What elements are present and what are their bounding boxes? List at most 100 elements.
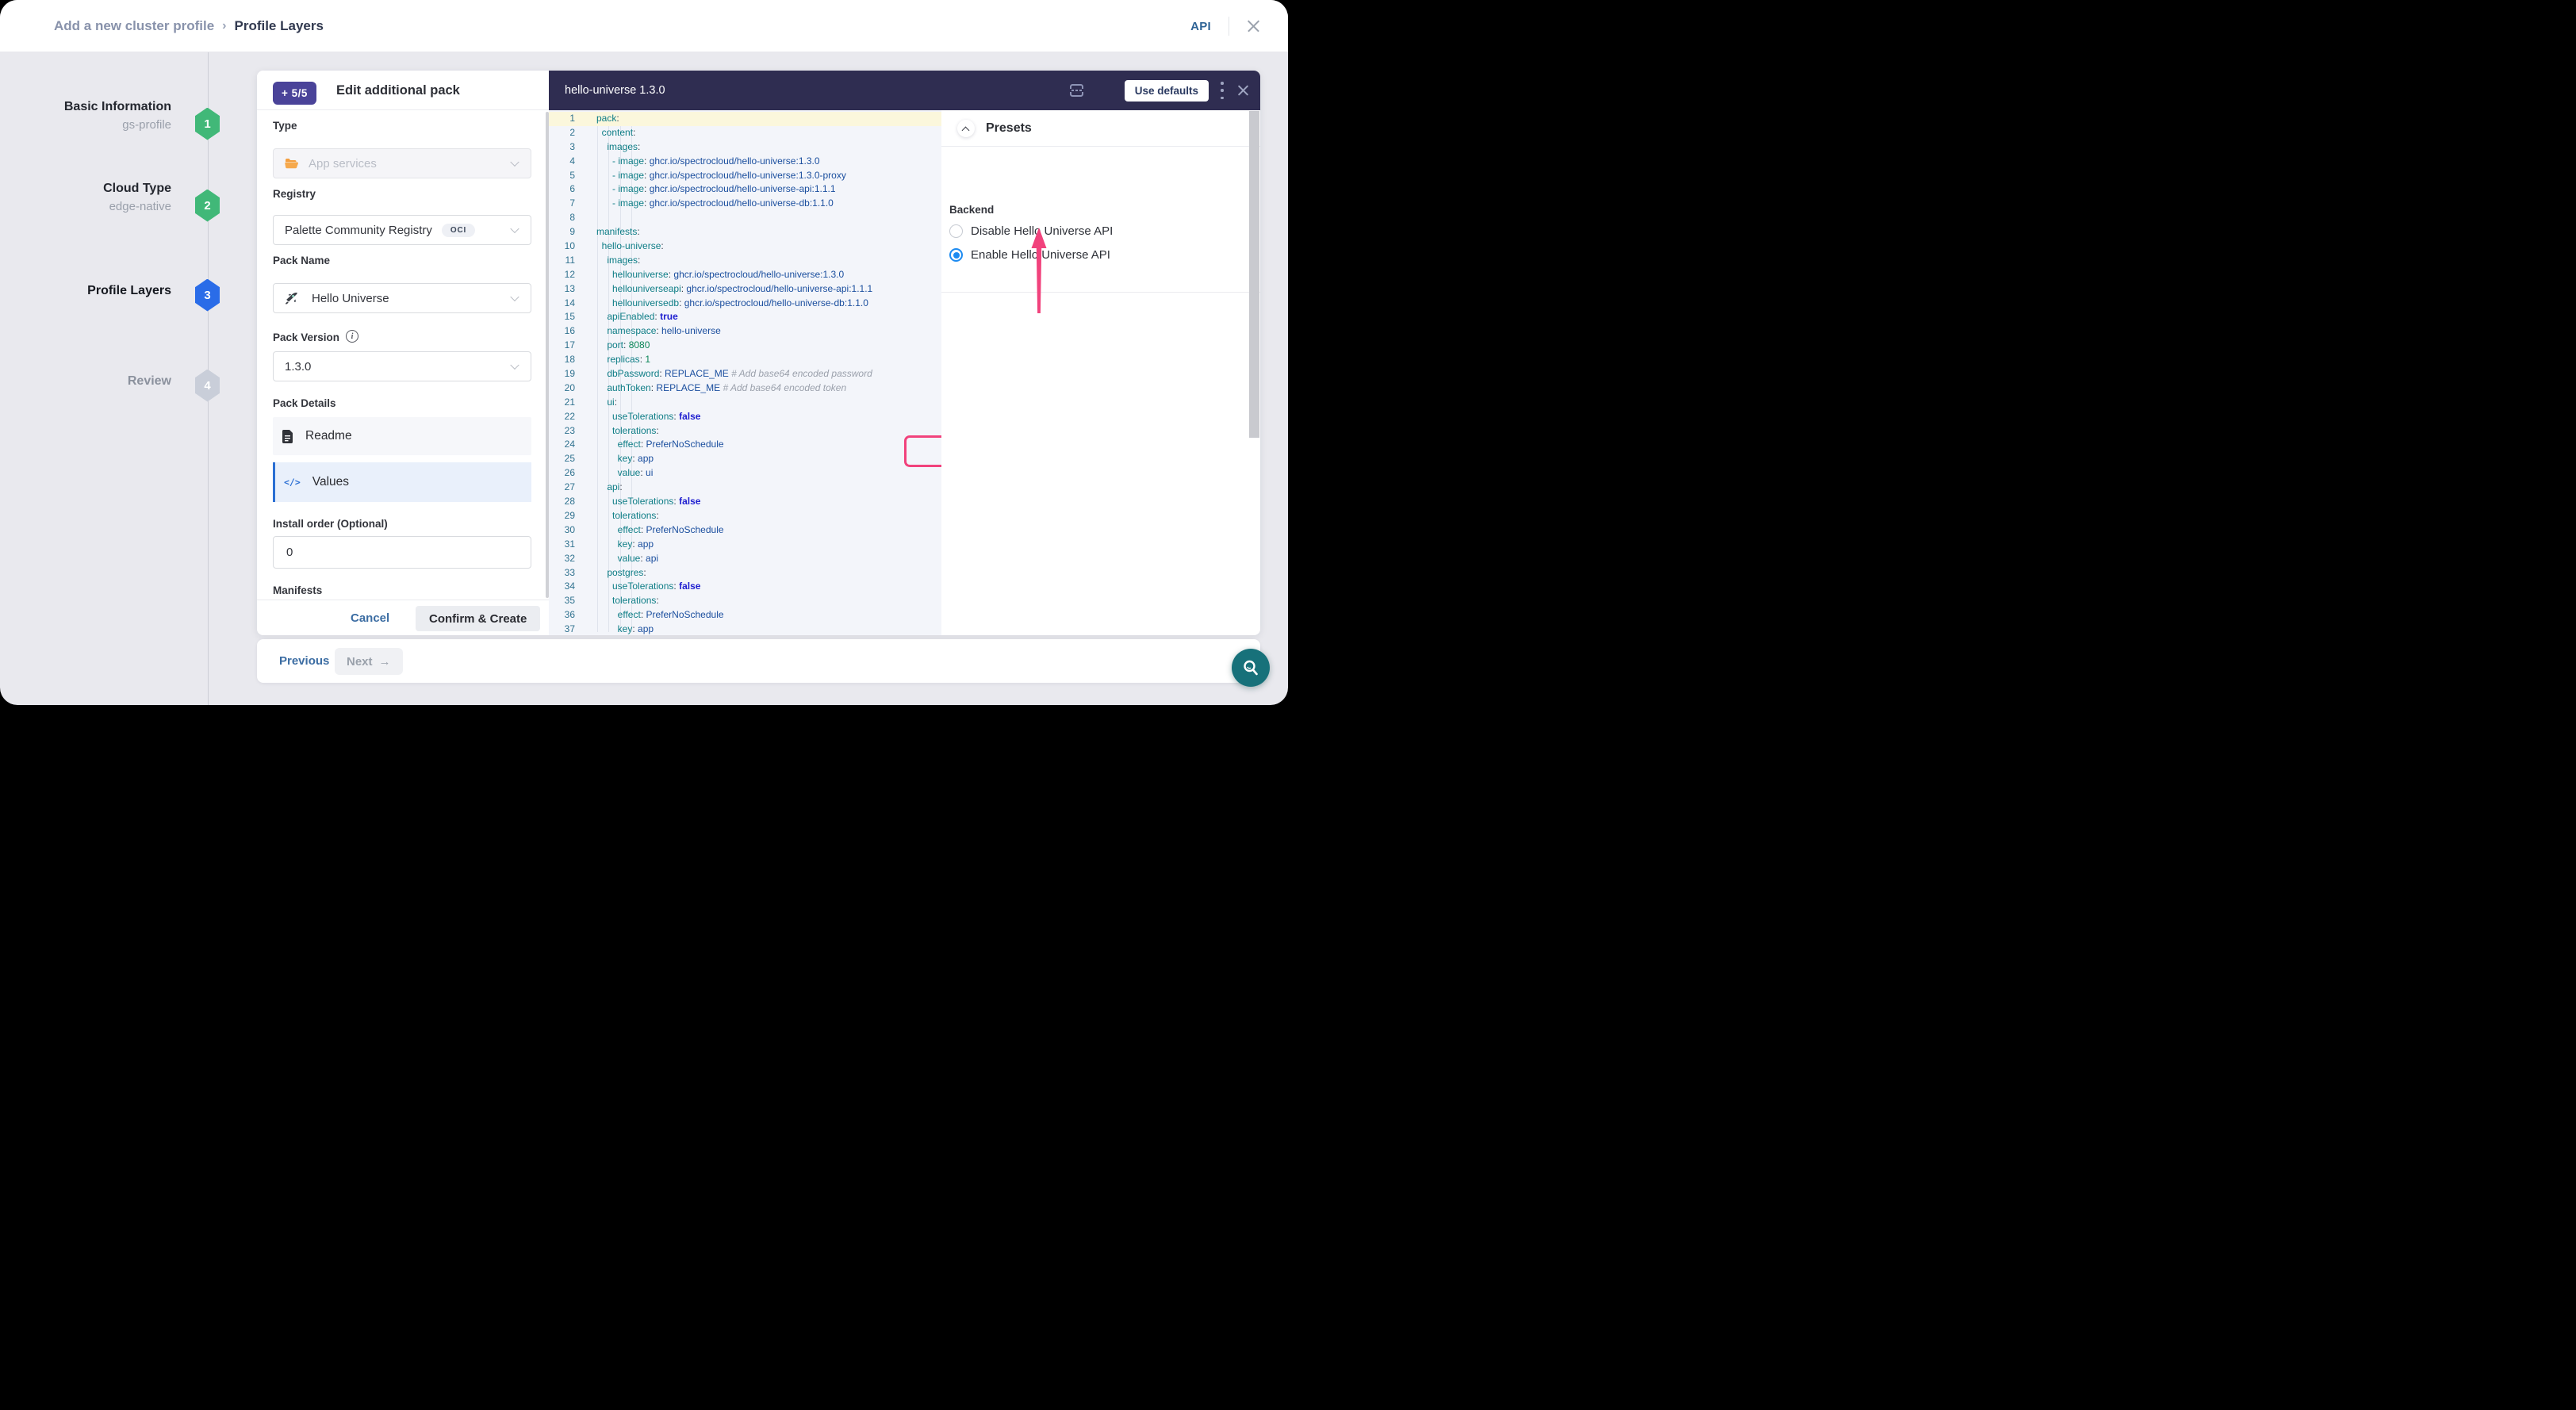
line-number: 11 xyxy=(549,254,575,268)
code-line[interactable]: 18 replicas: 1 xyxy=(549,353,941,367)
code-line[interactable]: 12 hellouniverse: ghcr.io/spectrocloud/h… xyxy=(549,268,941,282)
code-line[interactable]: 29 tolerations: xyxy=(549,509,941,523)
code-line[interactable]: 15 apiEnabled: true xyxy=(549,310,941,324)
api-link[interactable]: API xyxy=(1190,20,1211,33)
annotation-highlight-box xyxy=(904,435,941,467)
step-label: Review xyxy=(0,374,171,389)
radio-checked-icon[interactable] xyxy=(949,248,963,262)
line-number: 30 xyxy=(549,523,575,538)
line-number: 1 xyxy=(549,112,575,126)
pack-details-values[interactable]: </> Values xyxy=(273,462,531,502)
code-line[interactable]: 17 port: 8080 xyxy=(549,339,941,353)
line-number: 3 xyxy=(549,140,575,155)
code-line[interactable]: 19 dbPassword: REPLACE_ME # Add base64 e… xyxy=(549,367,941,381)
pack-name-label: Pack Name xyxy=(273,255,330,266)
yaml-editor[interactable]: 1pack:2 content:3 images:4 - image: ghcr… xyxy=(549,110,941,635)
install-order-input[interactable] xyxy=(273,536,531,569)
line-number: 29 xyxy=(549,509,575,523)
collapse-chevron-icon[interactable] xyxy=(957,120,975,137)
code-line[interactable]: 20 authToken: REPLACE_ME # Add base64 en… xyxy=(549,381,941,396)
code-line[interactable]: 28 useTolerations: false xyxy=(549,495,941,509)
line-content: hellouniverse: ghcr.io/spectrocloud/hell… xyxy=(575,268,844,282)
line-number: 2 xyxy=(549,126,575,140)
line-content: images: xyxy=(575,254,640,268)
code-line[interactable]: 36 effect: PreferNoSchedule xyxy=(549,608,941,623)
presets-panel: Presets Backend Disable Hello Universe A… xyxy=(941,110,1260,635)
code-line[interactable]: 23 tolerations: xyxy=(549,424,941,439)
step-hexagon: 1 xyxy=(195,108,220,140)
code-line[interactable]: 13 hellouniverseapi: ghcr.io/spectroclou… xyxy=(549,282,941,297)
code-line[interactable]: 5 - image: ghcr.io/spectrocloud/hello-un… xyxy=(549,169,941,183)
search-fab-button[interactable] xyxy=(1232,649,1270,687)
line-number: 25 xyxy=(549,452,575,466)
pack-details-label: Pack Details xyxy=(273,397,336,409)
pack-version-label: Pack Version xyxy=(273,331,339,343)
arrow-right-icon: → xyxy=(379,655,391,669)
pack-name-select[interactable]: Hello Universe xyxy=(273,283,531,313)
line-content: effect: PreferNoSchedule xyxy=(575,523,724,538)
code-line[interactable]: 31 key: app xyxy=(549,538,941,552)
type-value: App services xyxy=(309,157,377,171)
code-line[interactable]: 21 ui: xyxy=(549,396,941,410)
code-line[interactable]: 3 images: xyxy=(549,140,941,155)
close-icon[interactable] xyxy=(1247,19,1261,33)
chevron-down-icon xyxy=(510,293,519,301)
type-select[interactable]: App services xyxy=(273,148,531,178)
code-line[interactable]: 10 hello-universe: xyxy=(549,239,941,254)
code-line[interactable]: 30 effect: PreferNoSchedule xyxy=(549,523,941,538)
app-window: Basic Informationgs-profile1Cloud Typeed… xyxy=(0,0,1288,705)
line-number: 34 xyxy=(549,580,575,594)
code-line[interactable]: 8 xyxy=(549,211,941,225)
line-content: replicas: 1 xyxy=(575,353,650,367)
pack-version-select[interactable]: 1.3.0 xyxy=(273,351,531,381)
registry-select[interactable]: Palette Community Registry OCI xyxy=(273,215,531,245)
line-number: 35 xyxy=(549,594,575,608)
code-line[interactable]: 35 tolerations: xyxy=(549,594,941,608)
line-number: 19 xyxy=(549,367,575,381)
next-button[interactable]: Next → xyxy=(335,648,403,675)
presets-scrollbar[interactable] xyxy=(1249,111,1260,438)
code-line[interactable]: 27 api: xyxy=(549,481,941,495)
code-line[interactable]: 37 key: app xyxy=(549,623,941,635)
editor-close-icon[interactable] xyxy=(1237,84,1249,96)
form-action-bar: Cancel Confirm & Create xyxy=(257,600,549,635)
code-line[interactable]: 14 hellouniversedb: ghcr.io/spectrocloud… xyxy=(549,297,941,311)
code-line[interactable]: 34 useTolerations: false xyxy=(549,580,941,594)
code-line[interactable]: 24 effect: PreferNoSchedule xyxy=(549,438,941,452)
code-line[interactable]: 26 value: ui xyxy=(549,466,941,481)
code-line[interactable]: 11 images: xyxy=(549,254,941,268)
line-number: 15 xyxy=(549,310,575,324)
diff-icon[interactable] xyxy=(1069,83,1084,98)
code-line[interactable]: 9manifests: xyxy=(549,225,941,239)
radio-unchecked-icon[interactable] xyxy=(949,224,963,238)
line-content: tolerations: xyxy=(575,424,659,439)
line-content: port: 8080 xyxy=(575,339,650,353)
code-line[interactable]: 32 value: api xyxy=(549,552,941,566)
code-line[interactable]: 1pack: xyxy=(549,112,941,126)
info-icon[interactable]: i xyxy=(346,330,358,343)
editor-title: hello-universe 1.3.0 xyxy=(565,71,665,110)
previous-button[interactable]: Previous xyxy=(279,639,329,683)
code-line[interactable]: 2 content: xyxy=(549,126,941,140)
pack-details-readme[interactable]: Readme xyxy=(273,417,531,455)
cancel-button[interactable]: Cancel xyxy=(351,600,389,636)
use-defaults-button[interactable]: Use defaults xyxy=(1125,80,1209,102)
app-header: Add a new cluster profile › Profile Laye… xyxy=(0,0,1288,52)
code-line[interactable]: 16 namespace: hello-universe xyxy=(549,324,941,339)
line-content xyxy=(575,211,596,225)
kebab-menu-icon[interactable] xyxy=(1219,82,1225,99)
form-title: Edit additional pack xyxy=(336,71,460,110)
line-number: 23 xyxy=(549,424,575,439)
code-line[interactable]: 22 useTolerations: false xyxy=(549,410,941,424)
confirm-create-button[interactable]: Confirm & Create xyxy=(416,606,540,631)
line-content: apiEnabled: true xyxy=(575,310,678,324)
code-line[interactable]: 7 - image: ghcr.io/spectrocloud/hello-un… xyxy=(549,197,941,211)
line-number: 16 xyxy=(549,324,575,339)
code-line[interactable]: 25 key: app xyxy=(549,452,941,466)
code-line[interactable]: 33 postgres: xyxy=(549,566,941,580)
code-line[interactable]: 4 - image: ghcr.io/spectrocloud/hello-un… xyxy=(549,155,941,169)
line-number: 5 xyxy=(549,169,575,183)
code-line[interactable]: 6 - image: ghcr.io/spectrocloud/hello-un… xyxy=(549,182,941,197)
line-content: value: ui xyxy=(575,466,653,481)
breadcrumb: Add a new cluster profile › Profile Laye… xyxy=(54,0,324,52)
